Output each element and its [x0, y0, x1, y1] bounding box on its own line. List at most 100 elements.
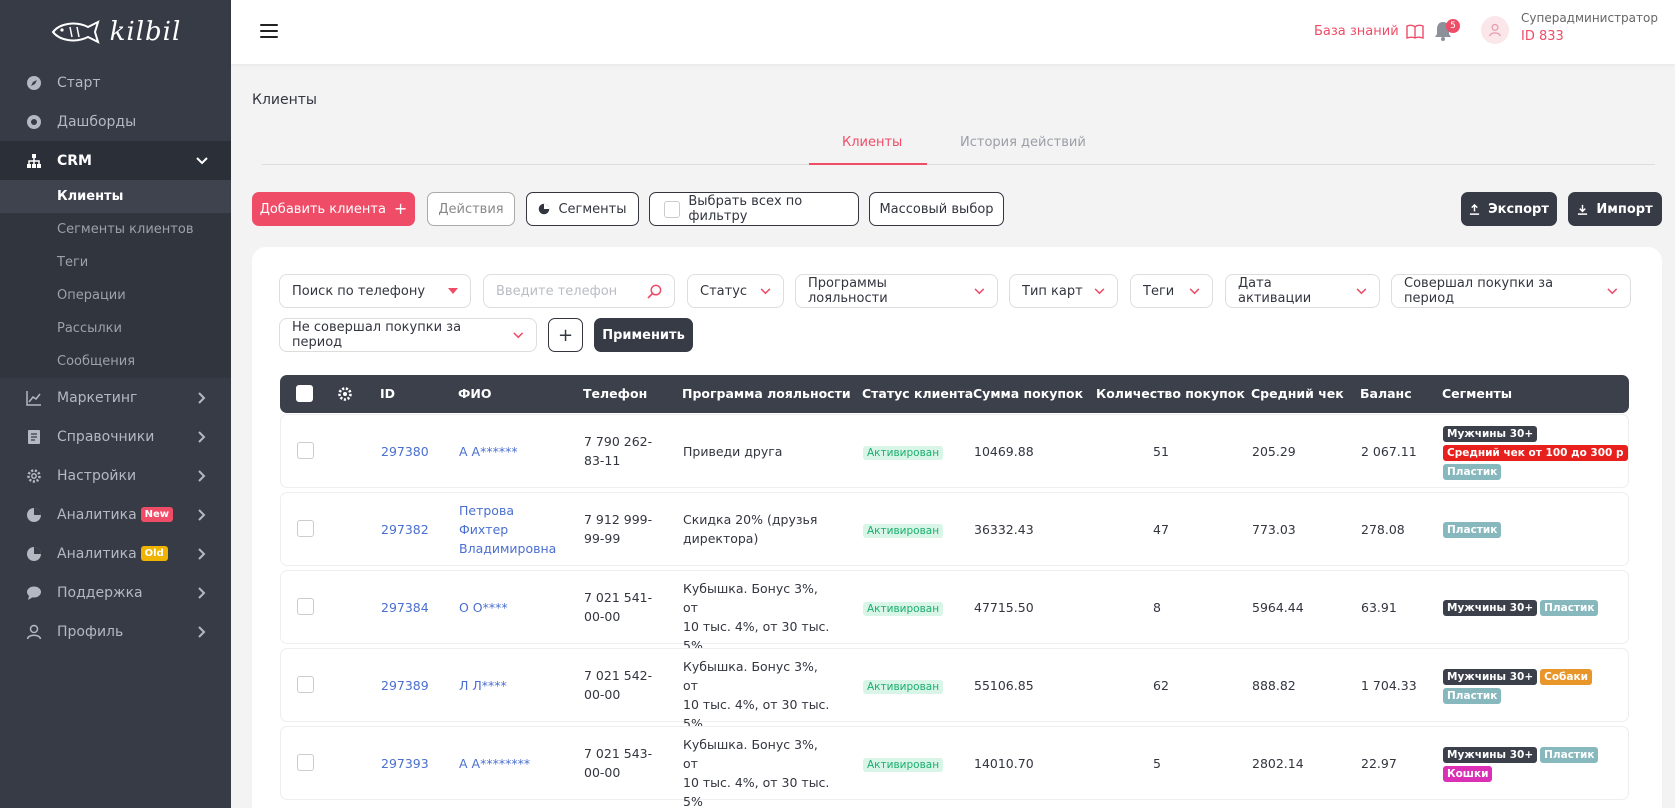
import-button[interactable]: Импорт [1568, 192, 1662, 226]
caret-down-icon [448, 288, 458, 294]
nav-analytics-new[interactable]: Аналитика New [0, 495, 231, 534]
page-title: Клиенты [252, 92, 317, 108]
segment-tag: Пластик [1443, 688, 1502, 704]
col-balance[interactable]: Баланс [1360, 386, 1412, 401]
col-count[interactable]: Количество покупок [1096, 386, 1245, 401]
table-row: 297389 Л Л**** 7 021 542- 00-00 Кубышка. Бон… [280, 648, 1629, 731]
tab-history[interactable]: История действий [960, 135, 1086, 150]
client-phone: 7 912 999- 99-99 [584, 510, 652, 548]
tags-filter[interactable]: Теги [1130, 274, 1213, 308]
cell-line: Владимировна [459, 541, 557, 556]
top-bar: База знаний 5 Суперадминистратор ID 833 [231, 0, 1675, 64]
cell-line: О О**** [459, 600, 508, 615]
upload-icon [1469, 203, 1480, 215]
sub-mailings[interactable]: Рассылки [0, 312, 231, 345]
nav-support[interactable]: Поддержка [0, 573, 231, 612]
segment-tag: Собаки [1540, 669, 1592, 685]
col-name[interactable]: ФИО [458, 386, 491, 401]
status-filter-label: Статус [700, 283, 748, 299]
cell-line: 83-11 [584, 453, 621, 468]
segments-button[interactable]: Сегменты [526, 192, 639, 226]
client-name-link[interactable]: О О**** [459, 598, 508, 617]
col-id[interactable]: ID [380, 386, 395, 401]
user-avatar-icon [1489, 23, 1501, 37]
client-id-link[interactable]: 297380 [381, 442, 429, 461]
purchase-count: 51 [1153, 444, 1169, 459]
client-name-link[interactable]: Л Л**** [459, 676, 507, 695]
status-filter[interactable]: Статус [687, 274, 784, 308]
row-checkbox[interactable] [297, 598, 314, 615]
client-name-link[interactable]: Петрова Фихтер Владимировна [459, 501, 556, 558]
phone-input[interactable]: Введите телефон [483, 274, 675, 308]
add-client-button[interactable]: Добавить клиента + [252, 192, 415, 226]
average-check: 5964.44 [1252, 600, 1304, 615]
nav-analytics-old[interactable]: Аналитика Old [0, 534, 231, 573]
card-type-filter[interactable]: Тип карт [1009, 274, 1118, 308]
add-filter-label: + [557, 324, 574, 346]
nav-references[interactable]: Справочники [0, 417, 231, 456]
knowledge-base-link[interactable]: База знаний [1314, 24, 1424, 39]
not-bought-in-period-filter[interactable]: Не совершал покупки за период [279, 318, 537, 352]
row-checkbox[interactable] [297, 442, 314, 459]
bought-in-period-filter[interactable]: Совершал покупки за период [1391, 274, 1631, 308]
loyalty-programs-filter[interactable]: Программы лояльности [795, 274, 998, 308]
brand-logo[interactable]: kilbil [0, 0, 231, 64]
nav-marketing[interactable]: Маркетинг [0, 378, 231, 417]
nav-label: Поддержка [57, 584, 143, 601]
col-segments[interactable]: Сегменты [1442, 386, 1512, 401]
row-checkbox[interactable] [297, 520, 314, 537]
chevron-down-icon [195, 154, 209, 168]
add-filter-button[interactable]: + [548, 318, 583, 352]
tab-clients[interactable]: Клиенты [842, 135, 902, 150]
actions-button[interactable]: Действия [427, 192, 515, 226]
export-button[interactable]: Экспорт [1461, 192, 1557, 226]
col-program[interactable]: Программа лояльности [682, 386, 851, 401]
avatar[interactable] [1481, 16, 1509, 44]
active-tab-underline [809, 163, 927, 165]
nav-crm[interactable]: CRM [0, 141, 231, 180]
nav-profile[interactable]: Профиль [0, 612, 231, 651]
apply-button[interactable]: Применить [594, 318, 693, 352]
sub-tags[interactable]: Теги [0, 246, 231, 279]
compass-icon [25, 74, 43, 92]
row-checkbox[interactable] [297, 754, 314, 771]
col-status[interactable]: Статус клиента [862, 386, 973, 401]
col-phone[interactable]: Телефон [583, 386, 647, 401]
sub-operations[interactable]: Операции [0, 279, 231, 312]
header-select-checkbox[interactable] [296, 385, 313, 402]
col-avg[interactable]: Средний чек [1251, 386, 1344, 401]
client-id-link[interactable]: 297389 [381, 676, 429, 695]
select-all-checkbox[interactable] [664, 200, 681, 218]
client-program: Кубышка. Бонус 3%, от 10 тыс. 4%, от 30 т… [683, 735, 833, 808]
menu-toggle-icon[interactable] [260, 24, 278, 38]
activation-date-filter[interactable]: Дата активации [1225, 274, 1380, 308]
gear-icon[interactable] [337, 386, 353, 402]
pie-chart-icon [539, 203, 550, 215]
mass-select-button[interactable]: Массовый выбор [869, 192, 1004, 226]
notifications-button[interactable]: 5 [1434, 19, 1460, 43]
nav-label: Дашборды [57, 113, 137, 130]
client-name-link[interactable]: А А****** [459, 442, 518, 461]
sub-segments[interactable]: Сегменты клиентов [0, 213, 231, 246]
row-checkbox[interactable] [297, 676, 314, 693]
sub-messages[interactable]: Сообщения [0, 345, 231, 378]
client-id-link[interactable]: 297382 [381, 520, 429, 539]
chevron-down-icon [1189, 287, 1200, 294]
user-id: ID 833 [1521, 29, 1564, 44]
balance: 2 067.11 [1361, 444, 1417, 459]
nav-settings[interactable]: Настройки [0, 456, 231, 495]
client-name-link[interactable]: А А******** [459, 754, 530, 773]
client-id-link[interactable]: 297384 [381, 598, 429, 617]
col-sum[interactable]: Сумма покупок [973, 386, 1083, 401]
segments-cell: Мужчины 30+ Пластик Кошки [1443, 745, 1599, 783]
cell-line: Кубышка. Бонус 3%, от [683, 737, 818, 771]
nav-dashboards[interactable]: Дашборды [0, 102, 231, 141]
select-all-by-filter-button[interactable]: Выбрать всех по фильтру [649, 192, 859, 226]
client-id-link[interactable]: 297393 [381, 754, 429, 773]
sub-clients[interactable]: Клиенты [0, 180, 231, 213]
segment-line: Мужчины 30+ [1443, 424, 1628, 443]
nav-start[interactable]: Старт [0, 63, 231, 102]
status-badge: Активирован [863, 758, 944, 772]
status-cell: Активирован [863, 676, 944, 697]
search-by-select[interactable]: Поиск по телефону [279, 274, 471, 308]
